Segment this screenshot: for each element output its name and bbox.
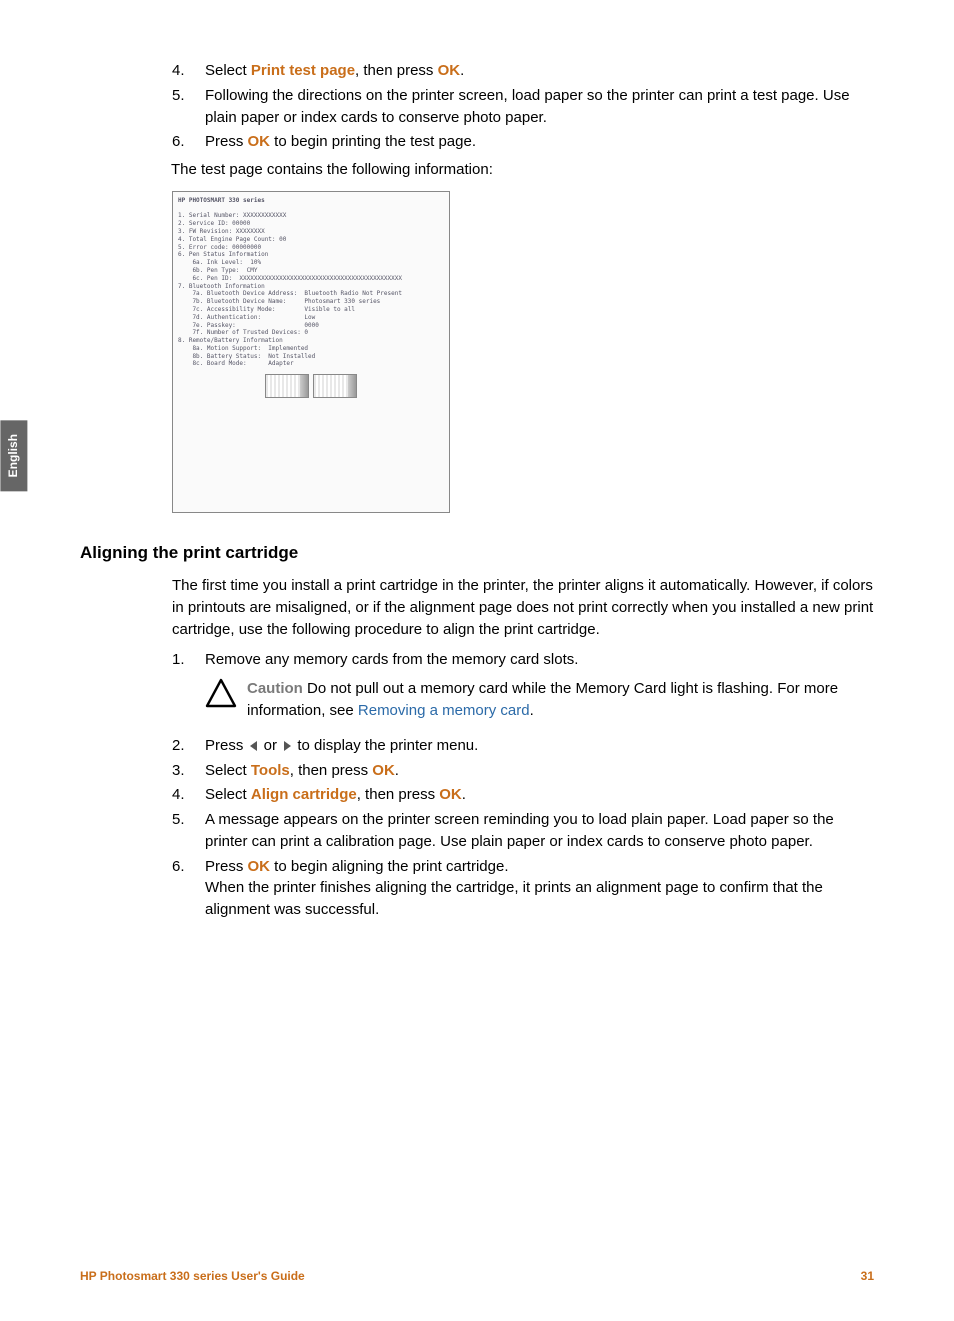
figure-line: 6a. Ink Level: 10%	[178, 259, 444, 267]
figure-title: HP PHOTOSMART 330 series	[178, 197, 444, 205]
procedure-steps-top: 4. Select Print test page, then press OK…	[172, 60, 874, 153]
align-step-6: 6. Press OK to begin aligning the print …	[172, 856, 874, 921]
footer-page-number: 31	[861, 1268, 874, 1285]
test-page-figure: HP PHOTOSMART 330 series 1. Serial Numbe…	[172, 191, 450, 513]
step-num: 4.	[172, 60, 205, 82]
step-num: 2.	[172, 735, 205, 757]
text: Do not pull out a memory card while the …	[247, 680, 838, 719]
text: Select	[205, 762, 251, 779]
text: , then press	[290, 762, 373, 779]
text: to begin aligning the print cartridge.	[270, 858, 508, 875]
figure-line: 7f. Number of Trusted Devices: 0	[178, 329, 444, 337]
text: Press	[205, 858, 248, 875]
section-heading-align: Aligning the print cartridge	[80, 541, 874, 566]
ok-label: OK	[372, 762, 395, 779]
ok-label: OK	[248, 858, 271, 875]
figure-line: 7b. Bluetooth Device Name: Photosmart 33…	[178, 298, 444, 306]
text: Press	[205, 133, 248, 150]
text: .	[395, 762, 399, 779]
figure-line: 7. Bluetooth Information	[178, 283, 444, 291]
page-content: 4. Select Print test page, then press OK…	[80, 60, 874, 921]
text: When the printer finishes aligning the c…	[205, 879, 823, 918]
text: Press	[205, 737, 248, 754]
figure-line: 8b. Battery Status: Not Installed	[178, 353, 444, 361]
text: to display the printer menu.	[293, 737, 478, 754]
color-bar	[265, 374, 309, 398]
step-body: Select Tools, then press OK.	[205, 760, 874, 782]
step-num: 6.	[172, 131, 205, 153]
figure-line: 6. Pen Status Information	[178, 251, 444, 259]
text: or	[260, 737, 282, 754]
step-body: Select Align cartridge, then press OK.	[205, 784, 874, 806]
figure-line	[178, 205, 444, 213]
figure-line: 8. Remote/Battery Information	[178, 337, 444, 345]
align-step-2: 2. Press or to display the printer menu.	[172, 735, 874, 757]
align-step-5: 5. A message appears on the printer scre…	[172, 809, 874, 853]
step-num: 3.	[172, 760, 205, 782]
step-num: 5.	[172, 85, 205, 129]
text: .	[530, 702, 534, 719]
step-5: 5. Following the directions on the print…	[172, 85, 874, 129]
figure-line: 7d. Authentication: Low	[178, 314, 444, 322]
figure-line: 8a. Motion Support: Implemented	[178, 345, 444, 353]
figure-line: 7c. Accessibility Mode: Visible to all	[178, 306, 444, 314]
step-body: Following the directions on the printer …	[205, 85, 874, 129]
figure-line: 5. Error code: 00000000	[178, 244, 444, 252]
left-arrow-icon	[248, 740, 260, 752]
test-page-intro: The test page contains the following inf…	[171, 159, 874, 181]
align-step-4: 4. Select Align cartridge, then press OK…	[172, 784, 874, 806]
step-4: 4. Select Print test page, then press OK…	[172, 60, 874, 82]
ok-label: OK	[438, 62, 461, 79]
figure-line: 4. Total Engine Page Count: 00	[178, 236, 444, 244]
align-intro-paragraph: The first time you install a print cartr…	[172, 575, 874, 640]
align-step-3: 3. Select Tools, then press OK.	[172, 760, 874, 782]
print-test-page-label: Print test page	[251, 62, 355, 79]
procedure-steps-align: 1. Remove any memory cards from the memo…	[172, 649, 874, 921]
step-num: 6.	[172, 856, 205, 921]
text: , then press	[357, 786, 440, 803]
text: .	[462, 786, 466, 803]
figure-line: 6b. Pen Type: CMY	[178, 267, 444, 275]
step-body: Press or to display the printer menu.	[205, 735, 874, 757]
caution-label: Caution	[247, 680, 303, 697]
right-arrow-icon	[281, 740, 293, 752]
text: Select	[205, 62, 251, 79]
step-body: Remove any memory cards from the memory …	[205, 649, 874, 732]
align-step-1: 1. Remove any memory cards from the memo…	[172, 649, 874, 732]
text: .	[460, 62, 464, 79]
page-footer: HP Photosmart 330 series User's Guide 31	[80, 1268, 874, 1285]
step-num: 1.	[172, 649, 205, 732]
step-body: A message appears on the printer screen …	[205, 809, 874, 853]
figure-line: 3. FW Revision: XXXXXXXX	[178, 228, 444, 236]
step-6: 6. Press OK to begin printing the test p…	[172, 131, 874, 153]
figure-line: 7e. Passkey: 0000	[178, 322, 444, 330]
text: , then press	[355, 62, 438, 79]
caution-icon	[205, 678, 237, 708]
figure-bars	[178, 374, 444, 398]
caution-note: Caution Do not pull out a memory card wh…	[205, 678, 874, 722]
align-cartridge-label: Align cartridge	[251, 786, 357, 803]
tools-label: Tools	[251, 762, 290, 779]
step-body: Select Print test page, then press OK.	[205, 60, 874, 82]
step-body: Press OK to begin printing the test page…	[205, 131, 874, 153]
figure-line: 2. Service ID: 00000	[178, 220, 444, 228]
figure-line: 8c. Board Mode: Adapter	[178, 360, 444, 368]
text: Select	[205, 786, 251, 803]
step-num: 5.	[172, 809, 205, 853]
step-body: Press OK to begin aligning the print car…	[205, 856, 874, 921]
text: to begin printing the test page.	[270, 133, 476, 150]
footer-doc-title: HP Photosmart 330 series User's Guide	[80, 1268, 305, 1285]
ok-label: OK	[439, 786, 462, 803]
figure-line: 7a. Bluetooth Device Address: Bluetooth …	[178, 290, 444, 298]
language-tab: English	[0, 420, 27, 491]
figure-line: 6c. Pen ID: XXXXXXXXXXXXXXXXXXXXXXXXXXXX…	[178, 275, 444, 283]
color-bar	[313, 374, 357, 398]
caution-text: Caution Do not pull out a memory card wh…	[247, 678, 874, 722]
step-num: 4.	[172, 784, 205, 806]
text: Remove any memory cards from the memory …	[205, 651, 578, 668]
removing-memory-card-link[interactable]: Removing a memory card	[358, 702, 530, 719]
ok-label: OK	[248, 133, 271, 150]
figure-line: 1. Serial Number: XXXXXXXXXXXX	[178, 212, 444, 220]
